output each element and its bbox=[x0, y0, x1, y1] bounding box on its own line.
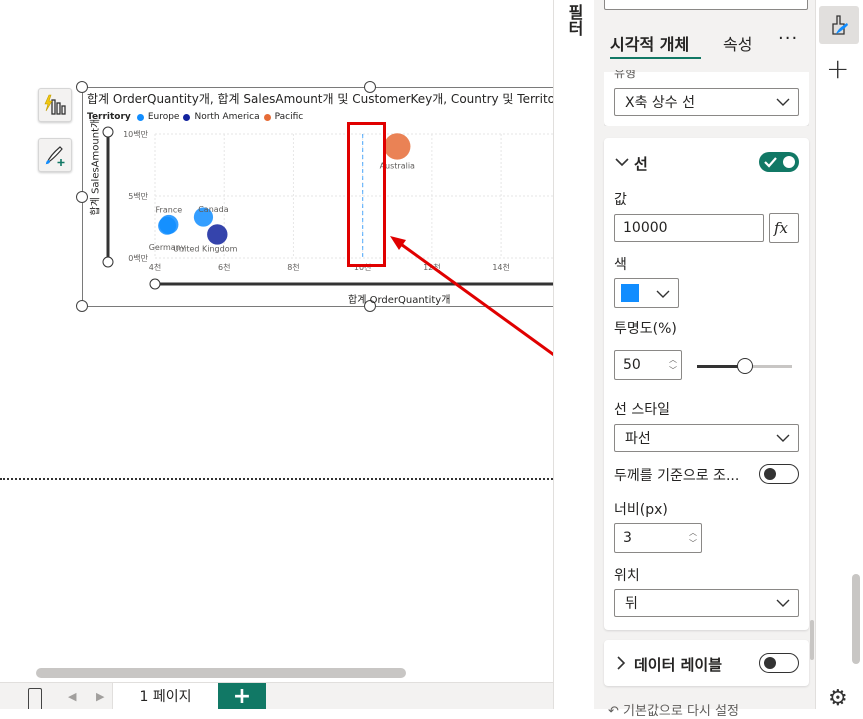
add-page-button[interactable]: + bbox=[218, 683, 266, 709]
line-toggle[interactable] bbox=[759, 152, 799, 172]
transparency-slider-thumb[interactable] bbox=[736, 358, 753, 374]
chevron-expanded-icon[interactable] bbox=[615, 155, 629, 169]
width-label: 너비(px) bbox=[614, 502, 668, 518]
canvas-horizontal-scrollbar[interactable] bbox=[36, 668, 406, 678]
settings-gear-icon[interactable]: ⚙ bbox=[828, 686, 848, 711]
reset-default-link[interactable]: ↶ 기본값으로 다시 설정 bbox=[608, 700, 739, 719]
chevron-down-icon bbox=[656, 290, 670, 298]
transparency-input[interactable]: 50 ︿ ﹀ bbox=[614, 350, 682, 380]
mobile-layout-icon[interactable] bbox=[28, 688, 42, 709]
spin-down-icon[interactable]: ﹀ bbox=[689, 539, 697, 549]
data-labels-toggle[interactable] bbox=[759, 653, 799, 673]
page-tab-bar bbox=[0, 682, 600, 709]
filters-pane-collapsed[interactable] bbox=[553, 0, 594, 709]
line-card bbox=[604, 138, 809, 630]
spin-up-icon[interactable]: ︿ bbox=[669, 355, 677, 365]
transparency-value: 50 bbox=[623, 357, 641, 373]
prev-page-arrow-icon[interactable]: ◀ bbox=[68, 690, 76, 703]
format-tab-selected[interactable] bbox=[819, 6, 859, 44]
transparency-slider-track[interactable] bbox=[697, 358, 792, 374]
add-plus-icon[interactable]: + bbox=[826, 52, 849, 85]
position-dropdown[interactable]: 뒤 bbox=[614, 589, 799, 617]
scale-toggle[interactable] bbox=[759, 464, 799, 484]
line-toggle-knob bbox=[783, 156, 795, 168]
width-input[interactable]: 3 ︿ ﹀ bbox=[614, 523, 702, 553]
pane-search-box[interactable] bbox=[604, 0, 808, 10]
scale-toggle-knob bbox=[764, 468, 776, 480]
spin-up-icon[interactable]: ︿ bbox=[689, 528, 697, 538]
position-value: 뒤 bbox=[625, 596, 638, 612]
chevron-down-icon bbox=[776, 434, 790, 442]
scale-label: 두께를 기준으로 조... bbox=[614, 468, 740, 484]
color-label: 색 bbox=[614, 257, 627, 273]
chevron-down-icon bbox=[776, 98, 790, 106]
line-style-dropdown[interactable]: 파선 bbox=[614, 424, 799, 452]
filters-label[interactable]: 필터 bbox=[562, 4, 586, 36]
fx-button[interactable]: fx bbox=[769, 213, 799, 243]
transparency-label: 투명도(%) bbox=[614, 321, 677, 337]
reset-default-label: 기본값으로 다시 설정 bbox=[623, 704, 739, 719]
format-brush-icon bbox=[832, 15, 848, 35]
line-style-label: 선 스타일 bbox=[614, 402, 670, 418]
page-tab-1[interactable]: 1 페이지 bbox=[112, 683, 218, 709]
color-swatch bbox=[621, 284, 639, 302]
checkmark-icon bbox=[764, 157, 777, 168]
type-dropdown-value: X축 상수 선 bbox=[625, 95, 696, 111]
value-label: 값 bbox=[614, 192, 627, 208]
tab-visual[interactable]: 시각적 개체 bbox=[610, 31, 689, 55]
more-options-button[interactable]: ··· bbox=[778, 28, 798, 49]
next-page-arrow-icon[interactable]: ▶ bbox=[96, 690, 104, 703]
width-value: 3 bbox=[623, 530, 632, 546]
position-label: 위치 bbox=[614, 568, 640, 584]
rail-scrollbar[interactable] bbox=[852, 574, 860, 664]
spin-down-icon[interactable]: ﹀ bbox=[669, 366, 677, 376]
tab-general[interactable]: 속성 bbox=[723, 31, 752, 55]
chevron-down-icon bbox=[776, 599, 790, 607]
reset-icon: ↶ bbox=[608, 704, 624, 719]
format-pane-scrollbar[interactable] bbox=[810, 620, 814, 660]
value-input[interactable]: 10000 bbox=[614, 214, 764, 242]
line-style-value: 파선 bbox=[625, 431, 651, 447]
line-section-title[interactable]: 선 bbox=[634, 153, 648, 174]
tab-visual-underline bbox=[610, 57, 701, 59]
type-dropdown[interactable]: X축 상수 선 bbox=[614, 88, 799, 116]
data-labels-toggle-knob bbox=[764, 657, 776, 669]
color-picker[interactable] bbox=[614, 278, 679, 308]
chevron-right-icon[interactable] bbox=[615, 656, 627, 670]
data-labels-title[interactable]: 데이터 레이블 bbox=[634, 654, 722, 675]
